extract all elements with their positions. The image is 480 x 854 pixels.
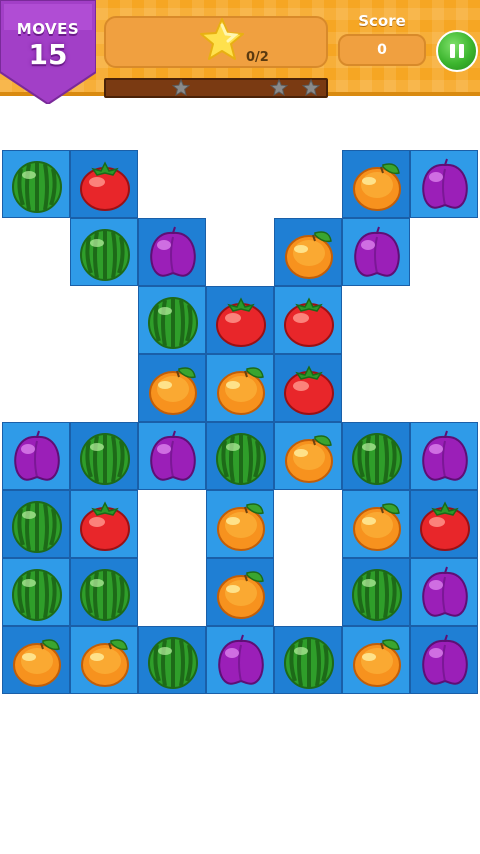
tomato-icon bbox=[216, 297, 266, 347]
board-cell[interactable] bbox=[2, 490, 70, 558]
watermelon-icon bbox=[12, 501, 62, 553]
board-cell[interactable] bbox=[70, 422, 138, 490]
star-icon bbox=[200, 18, 244, 60]
score-progress-bar bbox=[104, 78, 328, 98]
watermelon-icon bbox=[148, 637, 198, 689]
board-cell[interactable] bbox=[410, 558, 478, 626]
board-cell[interactable] bbox=[342, 490, 410, 558]
tomato-icon bbox=[420, 501, 470, 551]
board-cell[interactable] bbox=[206, 558, 274, 626]
board-cell[interactable] bbox=[138, 354, 206, 422]
game-board bbox=[0, 148, 480, 696]
board-cell[interactable] bbox=[206, 626, 274, 694]
plum-icon bbox=[422, 158, 468, 209]
plum-icon bbox=[422, 634, 468, 685]
plum-icon bbox=[354, 226, 400, 277]
pause-button[interactable] bbox=[436, 30, 478, 72]
board-cell[interactable] bbox=[206, 490, 274, 558]
board-cell[interactable] bbox=[138, 286, 206, 354]
orange-icon bbox=[217, 571, 265, 619]
orange-icon bbox=[353, 503, 401, 551]
watermelon-icon bbox=[80, 433, 130, 485]
board-cell[interactable] bbox=[2, 558, 70, 626]
board-cell[interactable] bbox=[138, 422, 206, 490]
board-cell[interactable] bbox=[274, 422, 342, 490]
board-cell[interactable] bbox=[342, 422, 410, 490]
board-cell[interactable] bbox=[70, 150, 138, 218]
board-cell[interactable] bbox=[410, 422, 478, 490]
board-cell[interactable] bbox=[70, 490, 138, 558]
board-cell[interactable] bbox=[138, 626, 206, 694]
board-cell[interactable] bbox=[274, 354, 342, 422]
orange-icon bbox=[81, 639, 129, 687]
score-value: 0 bbox=[338, 34, 426, 66]
plum-icon bbox=[14, 430, 60, 481]
top-hud: MOVES 15 0/2 Score 0 bbox=[0, 0, 480, 104]
board-cell[interactable] bbox=[138, 218, 206, 286]
moves-badge: MOVES 15 bbox=[0, 0, 96, 104]
tomato-icon bbox=[80, 501, 130, 551]
board-cell[interactable] bbox=[206, 422, 274, 490]
watermelon-icon bbox=[352, 433, 402, 485]
board-cell[interactable] bbox=[2, 626, 70, 694]
board-cell[interactable] bbox=[70, 218, 138, 286]
watermelon-icon bbox=[352, 569, 402, 621]
board-cell[interactable] bbox=[342, 218, 410, 286]
orange-icon bbox=[13, 639, 61, 687]
watermelon-icon bbox=[216, 433, 266, 485]
board-cell[interactable] bbox=[274, 626, 342, 694]
board-cell[interactable] bbox=[342, 626, 410, 694]
goal-panel: 0/2 bbox=[104, 16, 328, 68]
tomato-icon bbox=[80, 161, 130, 211]
board-cell[interactable] bbox=[342, 558, 410, 626]
watermelon-icon bbox=[284, 637, 334, 689]
moves-count: 15 bbox=[28, 38, 68, 71]
moves-label: MOVES bbox=[16, 20, 80, 38]
goal-counter: 0/2 bbox=[246, 50, 269, 65]
board-cell[interactable] bbox=[274, 218, 342, 286]
watermelon-icon bbox=[12, 569, 62, 621]
board-cell[interactable] bbox=[410, 490, 478, 558]
board-cell[interactable] bbox=[410, 150, 478, 218]
plum-icon bbox=[218, 634, 264, 685]
progress-star-icon bbox=[172, 79, 190, 97]
orange-icon bbox=[149, 367, 197, 415]
orange-icon bbox=[285, 231, 333, 279]
board-cell[interactable] bbox=[2, 150, 70, 218]
plum-icon bbox=[422, 566, 468, 617]
watermelon-icon bbox=[148, 297, 198, 349]
board-cell[interactable] bbox=[342, 150, 410, 218]
orange-icon bbox=[217, 367, 265, 415]
board-cell[interactable] bbox=[206, 286, 274, 354]
orange-icon bbox=[353, 163, 401, 211]
board-cell[interactable] bbox=[410, 626, 478, 694]
board-cell[interactable] bbox=[206, 354, 274, 422]
orange-icon bbox=[217, 503, 265, 551]
progress-star-icon bbox=[270, 79, 288, 97]
plum-icon bbox=[150, 430, 196, 481]
tomato-icon bbox=[284, 297, 334, 347]
board-cell[interactable] bbox=[70, 626, 138, 694]
plum-icon bbox=[422, 430, 468, 481]
watermelon-icon bbox=[80, 569, 130, 621]
board-cell[interactable] bbox=[70, 558, 138, 626]
progress-star-icon bbox=[302, 79, 320, 97]
orange-icon bbox=[353, 639, 401, 687]
watermelon-icon bbox=[80, 229, 130, 281]
score-label: Score bbox=[358, 12, 406, 30]
board-cell[interactable] bbox=[274, 286, 342, 354]
watermelon-icon bbox=[12, 161, 62, 213]
board-cell[interactable] bbox=[2, 422, 70, 490]
plum-icon bbox=[150, 226, 196, 277]
tomato-icon bbox=[284, 365, 334, 415]
orange-icon bbox=[285, 435, 333, 483]
